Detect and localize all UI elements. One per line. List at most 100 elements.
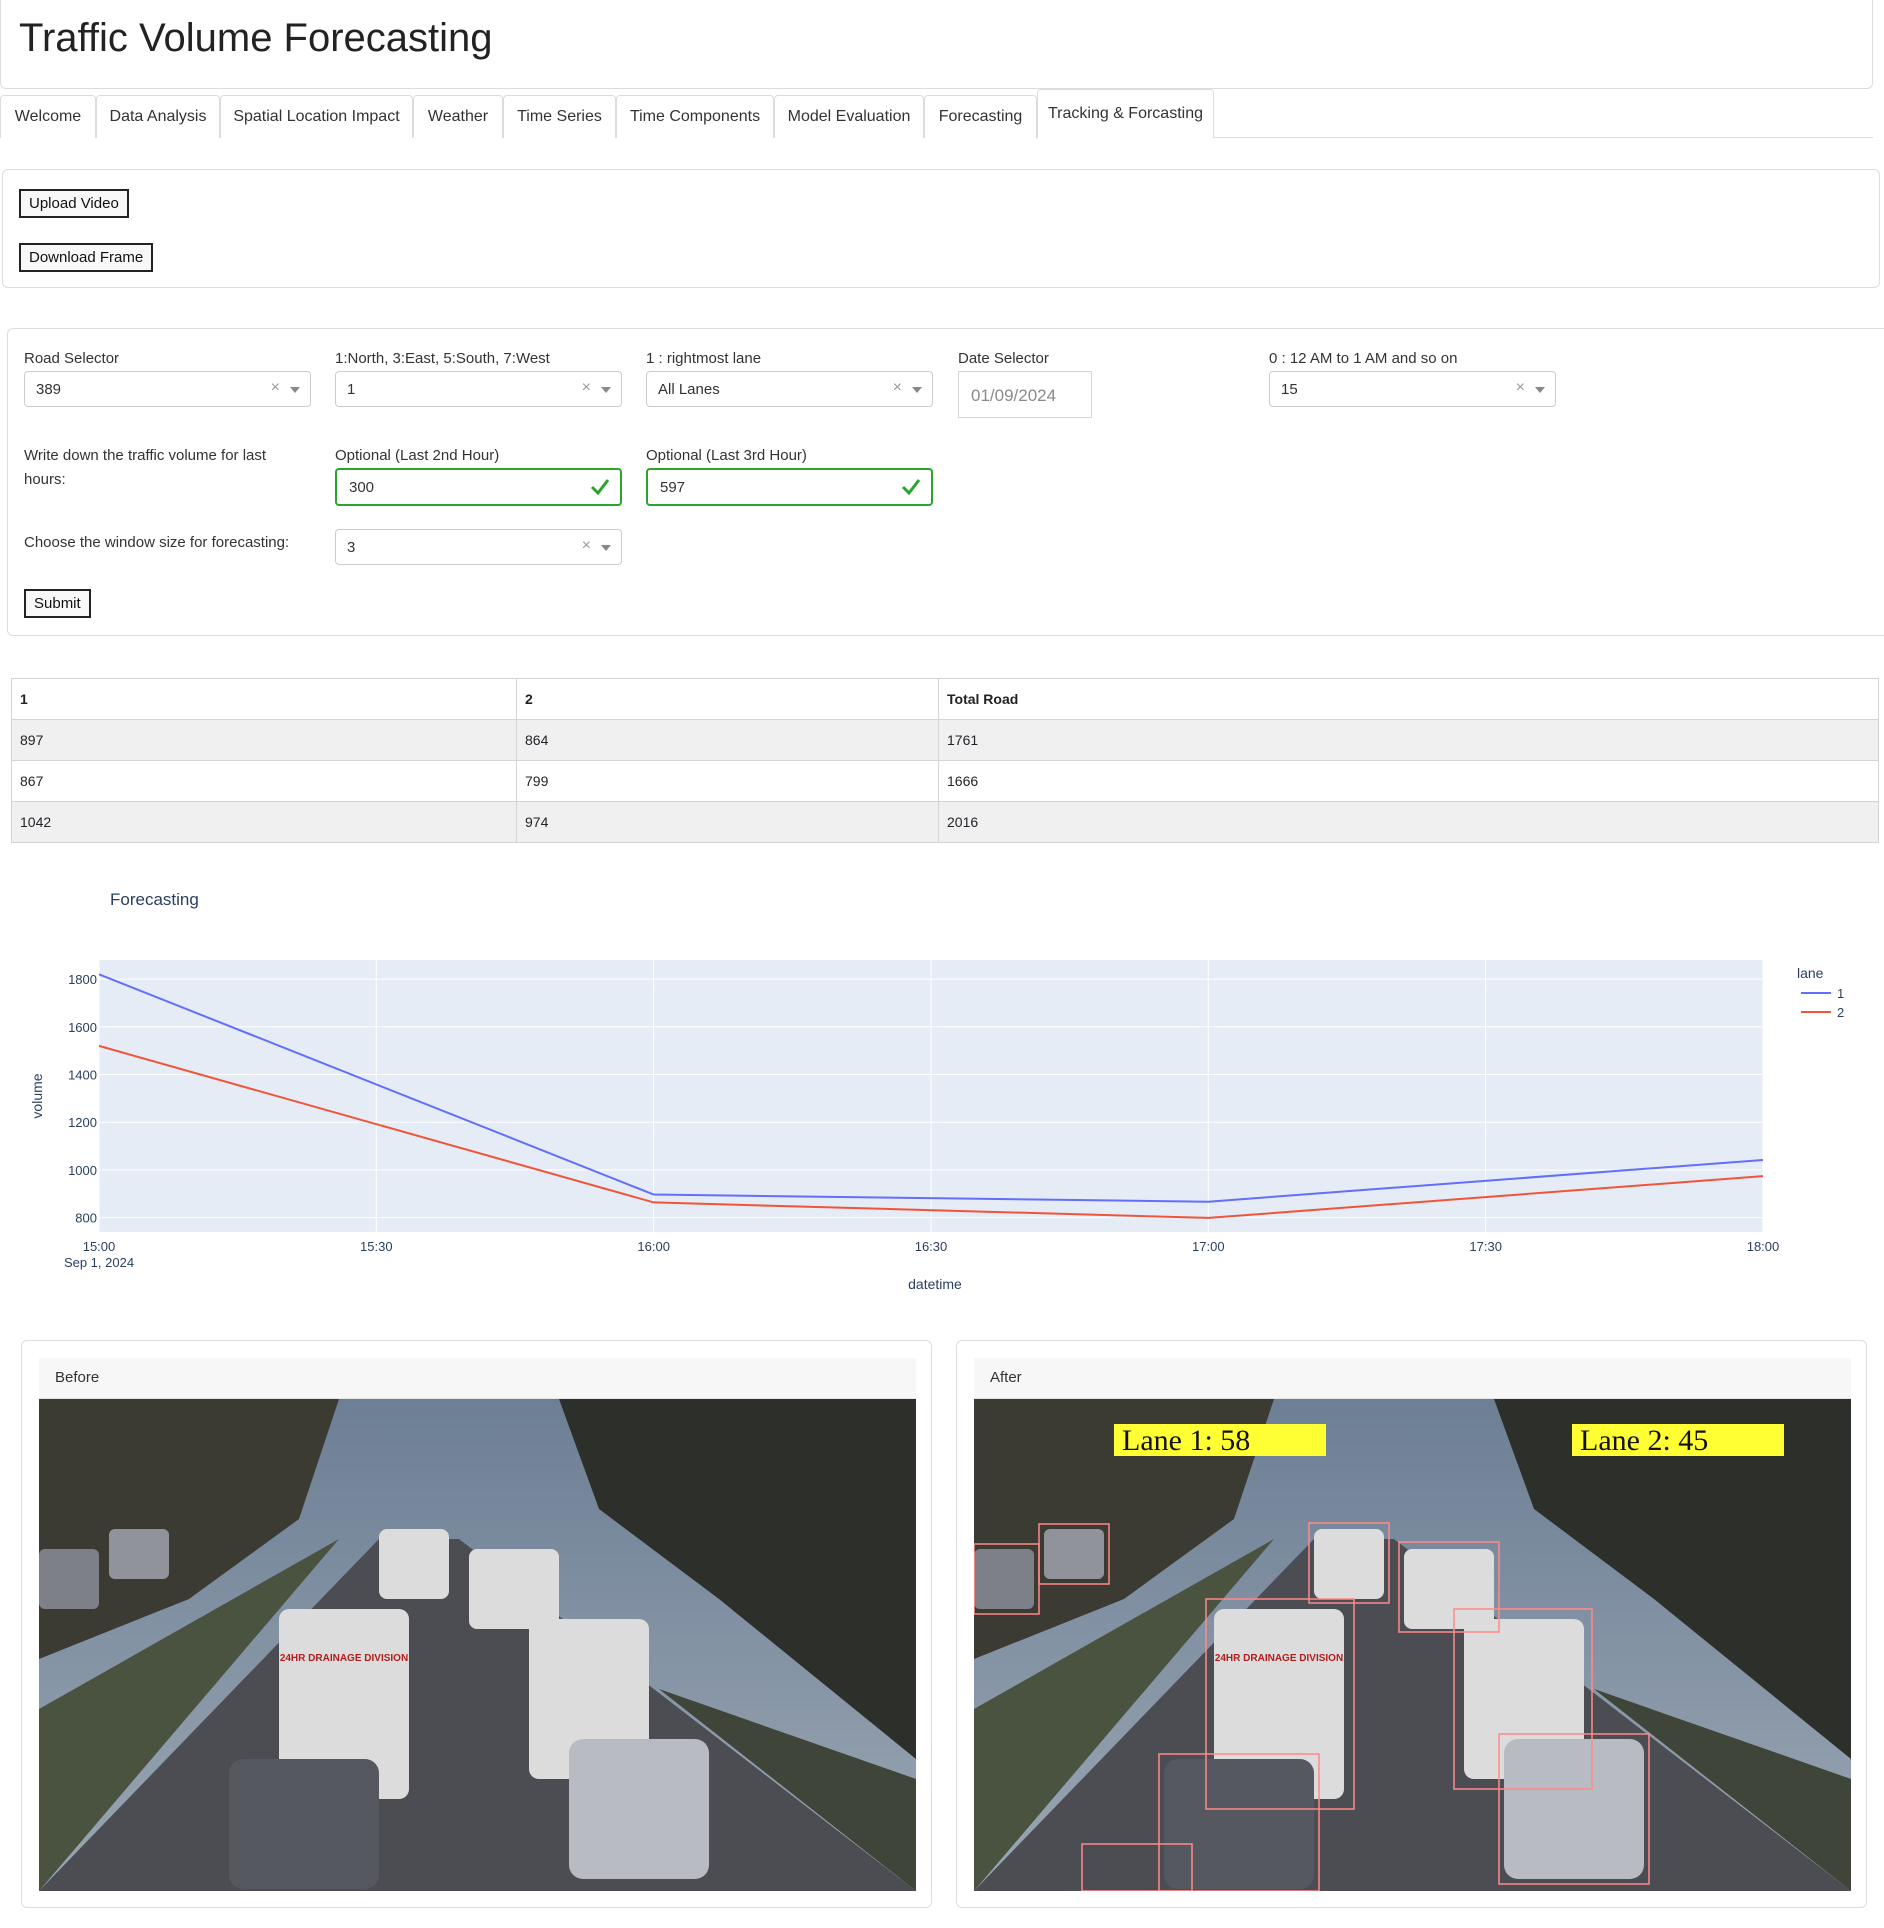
direction-label: 1:North, 3:East, 5:South, 7:West bbox=[335, 350, 550, 367]
van-text: 24HR DRAINAGE DIVISION bbox=[1215, 1653, 1343, 1664]
clear-icon[interactable]: × bbox=[271, 379, 280, 397]
y-tick-label: 1400 bbox=[68, 1068, 97, 1083]
table-cell: 1042 bbox=[11, 801, 517, 843]
upload-video-button[interactable]: Upload Video bbox=[19, 189, 129, 218]
after-image: Lane 1: 58 Lane 2: 45 24HR DRAINAGE DIVI… bbox=[974, 1399, 1851, 1891]
clear-icon[interactable]: × bbox=[582, 379, 591, 397]
forecast-form-card: Road Selector 389 × 1:North, 3:East, 5:S… bbox=[7, 328, 1884, 636]
table-cell: 1761 bbox=[938, 719, 1879, 761]
hour-selector[interactable]: 15 × bbox=[1269, 371, 1556, 407]
last-2nd-hour-value: 300 bbox=[349, 479, 375, 496]
results-table: 1 2 Total Road 897 864 1761 867 799 1666… bbox=[11, 678, 1879, 843]
submit-button[interactable]: Submit bbox=[24, 589, 91, 618]
table-cell: 1666 bbox=[938, 760, 1879, 802]
after-card: After Lane 1: 58 Lane 2: 45 24HR DRAINAG… bbox=[956, 1340, 1867, 1908]
page-title: Traffic Volume Forecasting bbox=[19, 16, 493, 60]
last-2nd-hour-input[interactable]: 300 bbox=[335, 468, 622, 506]
x-tick-label: 17:00 bbox=[1192, 1239, 1225, 1254]
clear-icon[interactable]: × bbox=[893, 379, 902, 397]
y-tick-label: 1000 bbox=[68, 1163, 97, 1178]
chevron-down-icon[interactable] bbox=[290, 387, 300, 393]
legend-item[interactable]: 2 bbox=[1837, 1005, 1844, 1020]
y-axis-label: volume bbox=[29, 1073, 45, 1118]
y-tick-label: 1200 bbox=[68, 1115, 97, 1130]
x-axis-label: datetime bbox=[908, 1276, 962, 1292]
last-3rd-hour-label: Optional (Last 3rd Hour) bbox=[646, 447, 807, 464]
tab-tracking-forcasting[interactable]: Tracking & Forcasting bbox=[1037, 89, 1214, 139]
chevron-down-icon[interactable] bbox=[1535, 387, 1545, 393]
direction-selector[interactable]: 1 × bbox=[335, 371, 622, 407]
clear-icon[interactable]: × bbox=[582, 537, 591, 555]
before-label: Before bbox=[39, 1358, 916, 1399]
forecasting-chart[interactable]: Forecasting 800 1000 1200 1400 1600 1800 15:00… bbox=[0, 870, 1884, 1310]
tab-welcome[interactable]: Welcome bbox=[0, 95, 96, 138]
direction-value: 1 bbox=[347, 381, 356, 398]
table-cell: 974 bbox=[516, 801, 939, 843]
table-header-row: 1 2 Total Road bbox=[11, 678, 1879, 720]
lane-2-count: Lane 2: 45 bbox=[1580, 1424, 1708, 1457]
lane-selector[interactable]: All Lanes × bbox=[646, 371, 933, 407]
check-icon bbox=[590, 479, 610, 496]
road-selector[interactable]: 389 × bbox=[24, 371, 311, 407]
table-row: 867 799 1666 bbox=[11, 760, 1879, 802]
last-3rd-hour-input[interactable]: 597 bbox=[646, 468, 933, 506]
last-3rd-hour-value: 597 bbox=[660, 479, 686, 496]
y-tick-label: 1800 bbox=[68, 972, 97, 987]
chevron-down-icon[interactable] bbox=[912, 387, 922, 393]
tab-time-series[interactable]: Time Series bbox=[503, 95, 616, 138]
table-row: 897 864 1761 bbox=[11, 719, 1879, 761]
lane-label: 1 : rightmost lane bbox=[646, 350, 762, 367]
volume-label: Write down the traffic volume for last h… bbox=[24, 447, 267, 488]
after-label: After bbox=[974, 1358, 1851, 1399]
tab-model-evaluation[interactable]: Model Evaluation bbox=[774, 95, 924, 138]
last-2nd-hour-label: Optional (Last 2nd Hour) bbox=[335, 447, 500, 464]
hour-label: 0 : 12 AM to 1 AM and so on bbox=[1269, 350, 1458, 367]
lane-1-count: Lane 1: 58 bbox=[1122, 1424, 1250, 1457]
before-card: Before 24HR DRAINAGE DIVISION bbox=[21, 1340, 932, 1908]
table-cell: 864 bbox=[516, 719, 939, 761]
van-text: 24HR DRAINAGE DIVISION bbox=[280, 1653, 408, 1664]
tab-forecasting[interactable]: Forecasting bbox=[924, 95, 1037, 138]
table-header: Total Road bbox=[938, 678, 1879, 720]
x-tick-label: 15:30 bbox=[360, 1239, 393, 1254]
upload-card: Upload Video Download Frame bbox=[2, 169, 1880, 288]
app-header: Traffic Volume Forecasting bbox=[0, 0, 1873, 89]
tab-weather[interactable]: Weather bbox=[413, 95, 503, 138]
window-size-value: 3 bbox=[347, 539, 356, 556]
x-tick-label: 15:00 bbox=[83, 1239, 116, 1254]
before-image: 24HR DRAINAGE DIVISION bbox=[39, 1399, 916, 1891]
x-tick-label: 17:30 bbox=[1469, 1239, 1502, 1254]
window-size-label: Choose the window size for forecasting: bbox=[24, 534, 290, 551]
lane-value: All Lanes bbox=[658, 381, 720, 398]
table-header: 2 bbox=[516, 678, 939, 720]
tab-spatial-location-impact[interactable]: Spatial Location Impact bbox=[220, 95, 413, 138]
x-tick-sublabel: Sep 1, 2024 bbox=[64, 1255, 134, 1270]
table-cell: 867 bbox=[11, 760, 517, 802]
x-tick-label: 16:00 bbox=[637, 1239, 670, 1254]
x-tick-label: 18:00 bbox=[1747, 1239, 1780, 1254]
chart-title: Forecasting bbox=[110, 890, 199, 909]
table-row: 1042 974 2016 bbox=[11, 801, 1879, 843]
chevron-down-icon[interactable] bbox=[601, 387, 611, 393]
tab-bar: Welcome Data Analysis Spatial Location I… bbox=[0, 89, 1873, 139]
table-cell: 2016 bbox=[938, 801, 1879, 843]
y-tick-label: 800 bbox=[75, 1211, 97, 1226]
tab-time-components[interactable]: Time Components bbox=[616, 95, 774, 138]
y-tick-label: 1600 bbox=[68, 1020, 97, 1035]
legend-item[interactable]: 1 bbox=[1837, 986, 1844, 1001]
date-input[interactable]: 01/09/2024 bbox=[958, 371, 1092, 418]
tab-data-analysis[interactable]: Data Analysis bbox=[96, 95, 220, 138]
hour-value: 15 bbox=[1281, 381, 1298, 398]
table-cell: 897 bbox=[11, 719, 517, 761]
road-selector-value: 389 bbox=[36, 381, 62, 398]
table-header: 1 bbox=[11, 678, 517, 720]
download-frame-button[interactable]: Download Frame bbox=[19, 243, 154, 272]
chart-legend[interactable]: 12 bbox=[1801, 986, 1844, 1020]
x-tick-label: 16:30 bbox=[915, 1239, 948, 1254]
table-cell: 799 bbox=[516, 760, 939, 802]
clear-icon[interactable]: × bbox=[1516, 379, 1525, 397]
check-icon bbox=[901, 479, 921, 496]
window-size-selector[interactable]: 3 × bbox=[335, 529, 622, 565]
chevron-down-icon[interactable] bbox=[601, 545, 611, 551]
road-selector-label: Road Selector bbox=[24, 350, 120, 367]
